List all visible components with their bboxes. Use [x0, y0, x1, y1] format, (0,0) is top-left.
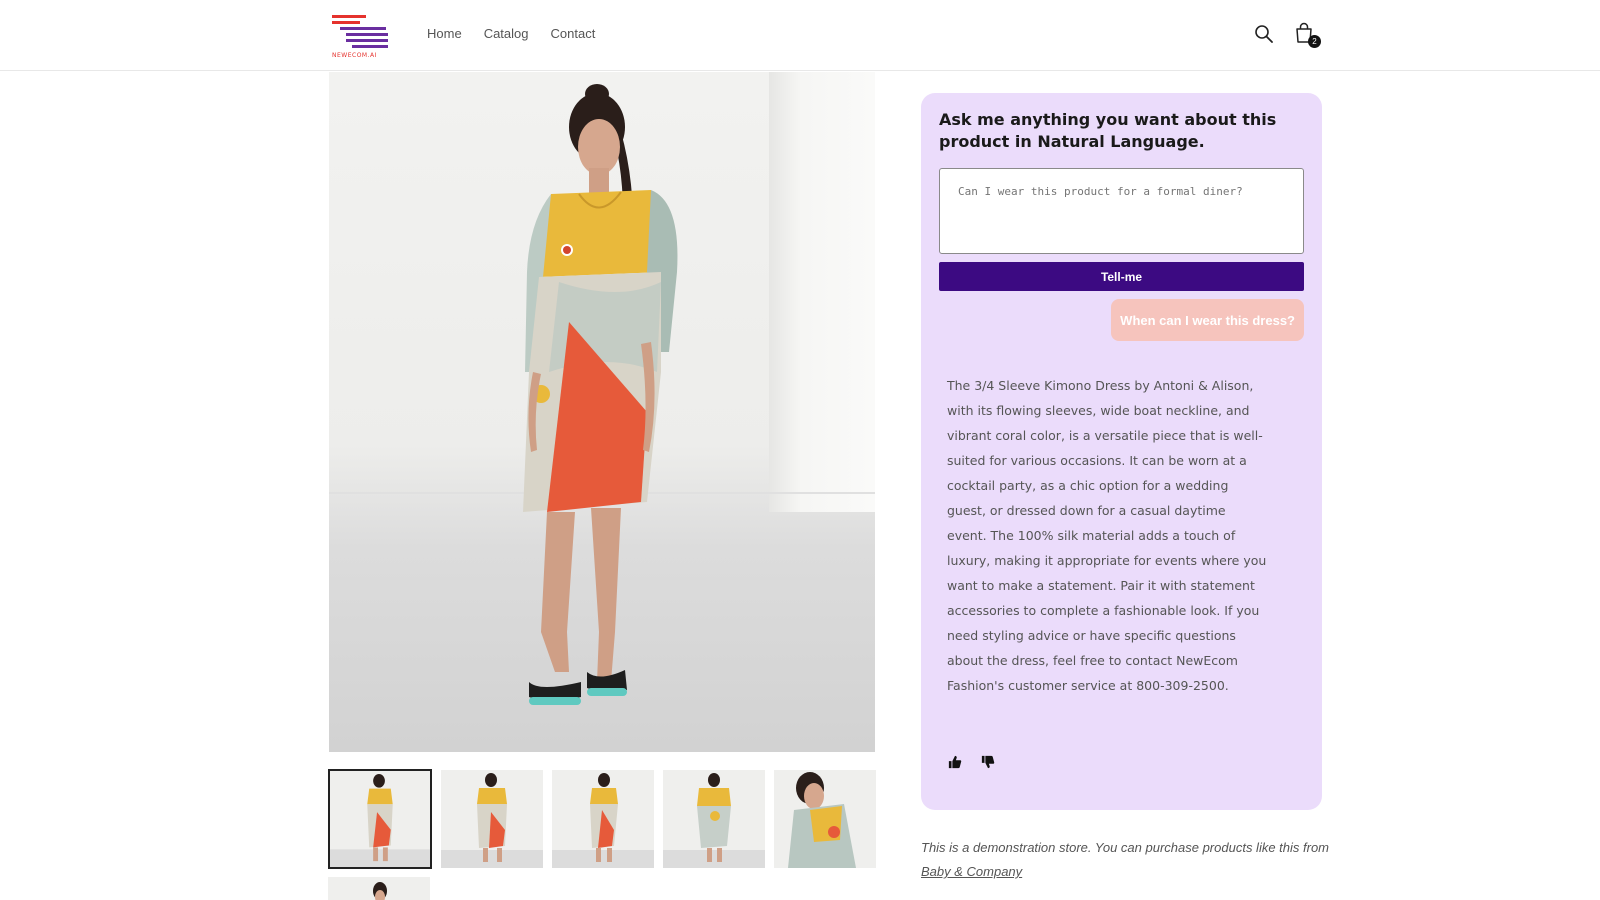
thumbnail-strip — [328, 769, 876, 869]
thumbs-up-icon[interactable] — [948, 755, 962, 773]
nav-home[interactable]: Home — [427, 26, 462, 41]
question-input[interactable] — [939, 168, 1304, 254]
product-qa-panel: Ask me anything you want about this prod… — [921, 93, 1322, 810]
thumbnail-6[interactable] — [328, 877, 430, 900]
qa-panel-title: Ask me anything you want about this prod… — [939, 110, 1277, 151]
store-disclaimer: This is a demonstration store. You can p… — [921, 836, 1331, 884]
cart-button[interactable]: 2 — [1291, 20, 1321, 48]
thumbnail-3[interactable] — [552, 770, 654, 868]
answer-feedback — [948, 755, 995, 773]
cart-count-badge: 2 — [1308, 35, 1321, 48]
site-header: NEWECOM.AI Home Catalog Contact 2 — [0, 0, 1600, 71]
nav-contact[interactable]: Contact — [551, 26, 596, 41]
thumbs-down-icon[interactable] — [981, 755, 995, 773]
thumbnail-2[interactable] — [441, 770, 543, 868]
nav-catalog[interactable]: Catalog — [484, 26, 529, 41]
user-question-bubble: When can I wear this dress? — [1111, 299, 1304, 341]
product-photo-model — [523, 84, 678, 705]
disclaimer-link[interactable]: Baby & Company — [921, 864, 1022, 879]
thumbnail-4[interactable] — [663, 770, 765, 868]
main-nav: Home Catalog Contact — [427, 26, 595, 41]
disclaimer-text: This is a demonstration store. You can p… — [921, 840, 1330, 855]
thumbnail-5[interactable] — [774, 770, 876, 868]
product-main-image[interactable] — [329, 72, 875, 752]
tell-me-button[interactable]: Tell-me — [939, 262, 1304, 291]
thumbnail-1[interactable] — [328, 769, 432, 869]
search-icon — [1255, 25, 1273, 43]
logo-text: NEWECOM.AI — [332, 52, 377, 59]
search-button[interactable] — [1251, 21, 1277, 47]
assistant-answer: The 3/4 Sleeve Kimono Dress by Antoni & … — [947, 378, 1267, 693]
